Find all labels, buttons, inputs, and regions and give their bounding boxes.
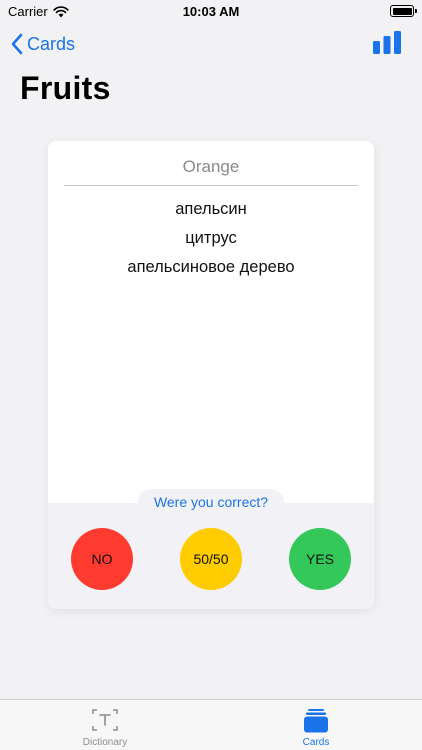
chevron-left-icon <box>11 33 23 55</box>
statistics-button[interactable] <box>372 30 402 56</box>
back-button-label: Cards <box>27 33 76 54</box>
status-bar: Carrier 10:03 AM <box>0 0 422 24</box>
cards-icon <box>304 709 328 733</box>
card-divider <box>64 185 358 186</box>
status-time: 10:03 AM <box>182 4 240 19</box>
back-button[interactable]: Cards <box>10 30 75 58</box>
fifty-fifty-button[interactable]: 50/50 <box>180 528 242 590</box>
yes-button[interactable]: YES <box>289 528 351 590</box>
tab-dictionary[interactable]: Dictionary <box>45 700 165 750</box>
card-word: Orange <box>182 157 240 176</box>
bar-chart-icon <box>373 31 401 54</box>
correctness-question: Were you correct? <box>137 489 285 515</box>
page-title: Fruits <box>20 70 111 106</box>
translation-item: апельсиновое дерево <box>127 258 295 276</box>
tab-cards[interactable]: Cards <box>256 700 376 750</box>
no-button[interactable]: NO <box>71 528 133 590</box>
translation-item: цитрус <box>185 229 237 247</box>
tab-bar: Dictionary Cards <box>0 699 422 750</box>
battery-icon <box>390 5 417 17</box>
tab-dictionary-label: Dictionary <box>82 737 128 748</box>
translation-list: апельсин цитрус апельсиновое дерево <box>48 195 374 282</box>
translation-item: апельсин <box>175 200 247 218</box>
tab-cards-label: Cards <box>302 737 330 748</box>
dictionary-icon <box>92 709 118 731</box>
